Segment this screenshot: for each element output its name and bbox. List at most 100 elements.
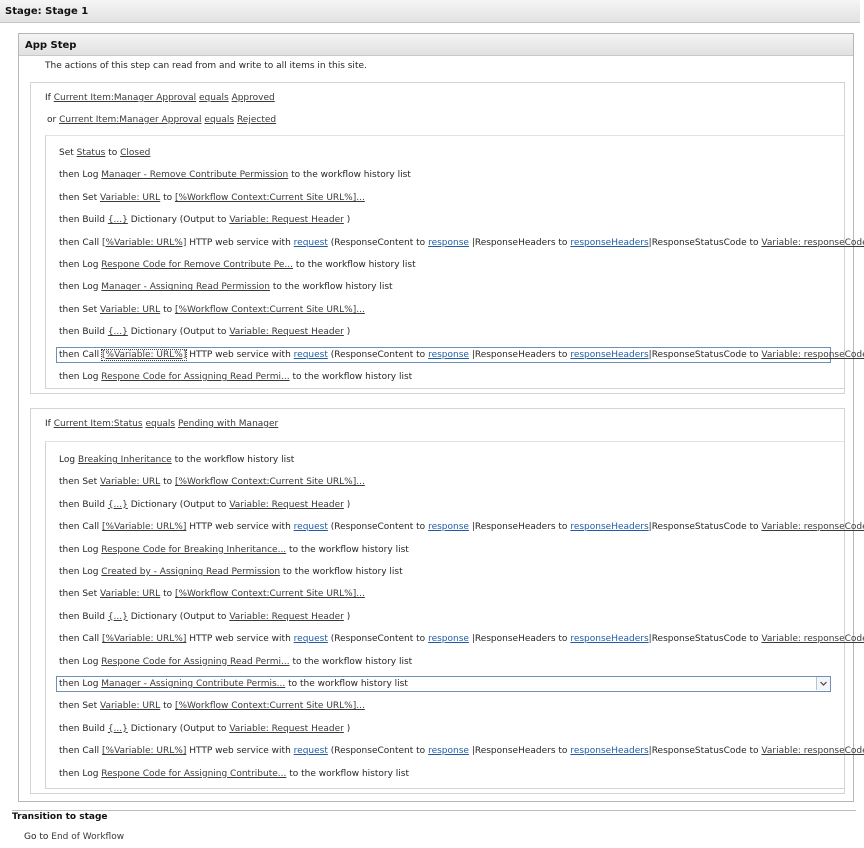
action-verb: then Set [59, 701, 98, 712]
action-param-link[interactable]: Manager - Assigning Contribute Permis... [101, 679, 285, 689]
action-line[interactable]: then Call [%Variable: URL%] HTTP web ser… [59, 745, 864, 757]
url-variable-link[interactable]: [%Variable: URL%] [102, 522, 186, 532]
request-link[interactable]: request [294, 634, 328, 644]
response-code-variable-link[interactable]: Variable: responseCode [761, 522, 864, 532]
action-line[interactable]: then Build {...} Dictionary (Output to V… [59, 326, 350, 338]
action-param-link[interactable]: Variable: URL [100, 305, 160, 315]
response-code-variable-link[interactable]: Variable: responseCode [761, 350, 864, 360]
condition-field-link[interactable]: Current Item:Manager Approval [59, 115, 201, 125]
action-line[interactable]: then Call [%Variable: URL%] HTTP web ser… [59, 237, 864, 249]
action-value-link[interactable]: Variable: Request Header [229, 215, 344, 225]
action-param-link[interactable]: Variable: URL [100, 589, 160, 599]
condition-field-link[interactable]: Current Item:Manager Approval [54, 93, 196, 103]
action-value-link[interactable]: [%Workflow Context:Current Site URL%]... [175, 193, 365, 203]
action-param-link[interactable]: Respone Code for Remove Contribute Pe... [101, 260, 293, 270]
response-link[interactable]: response [428, 522, 469, 532]
response-link[interactable]: response [428, 350, 469, 360]
action-line[interactable]: then Set Variable: URL to [%Workflow Con… [59, 476, 365, 488]
action-line[interactable]: then Build {...} Dictionary (Output to V… [59, 723, 350, 735]
action-line[interactable]: then Log Respone Code for Remove Contrib… [59, 259, 416, 271]
action-param-link[interactable]: Respone Code for Assigning Contribute... [101, 769, 286, 779]
action-param-link[interactable]: Respone Code for Breaking Inheritance... [101, 545, 286, 555]
response-link[interactable]: response [428, 746, 469, 756]
action-line[interactable]: then Log Manager - Assigning Read Permis… [59, 281, 393, 293]
response-headers-link[interactable]: responseHeaders [570, 350, 648, 360]
action-line[interactable]: then Log Respone Code for Breaking Inher… [59, 544, 409, 556]
action-value-link[interactable]: [%Workflow Context:Current Site URL%]... [175, 477, 365, 487]
action-line[interactable]: then Log Created by - Assigning Read Per… [59, 566, 403, 578]
response-headers-link[interactable]: responseHeaders [570, 634, 648, 644]
condition-value-link[interactable]: Pending with Manager [178, 419, 278, 429]
action-value-link[interactable]: Closed [120, 148, 150, 158]
response-code-variable-link[interactable]: Variable: responseCode [761, 634, 864, 644]
action-line[interactable]: then Build {...} Dictionary (Output to V… [59, 499, 350, 511]
url-variable-link[interactable]: [%Variable: URL%] [102, 746, 186, 756]
http-text: HTTP web service with [189, 634, 291, 645]
action-param-link[interactable]: {...} [108, 327, 128, 337]
request-link[interactable]: request [294, 350, 328, 360]
action-line[interactable]: then Log Respone Code for Assigning Read… [59, 371, 412, 383]
response-headers-link[interactable]: responseHeaders [570, 746, 648, 756]
response-link[interactable]: response [428, 634, 469, 644]
action-line[interactable]: then Log Manager - Remove Contribute Per… [59, 169, 411, 181]
request-link[interactable]: request [294, 238, 328, 248]
condition-field-link[interactable]: Current Item:Status [54, 419, 143, 429]
action-param-link[interactable]: Variable: URL [100, 193, 160, 203]
goto-label: Go to [24, 832, 49, 842]
response-headers-link[interactable]: responseHeaders [570, 522, 648, 532]
action-line[interactable]: then Set Variable: URL to [%Workflow Con… [59, 192, 365, 204]
action-value-link[interactable]: Variable: Request Header [229, 612, 344, 622]
action-line[interactable]: then Set Variable: URL to [%Workflow Con… [59, 588, 365, 600]
condition-operator-link[interactable]: equals [145, 419, 175, 429]
url-variable-link[interactable]: [%Variable: URL%] [101, 348, 188, 361]
action-param-link[interactable]: {...} [108, 724, 128, 734]
action-line[interactable]: then Call [%Variable: URL%] HTTP web ser… [59, 521, 864, 533]
action-param-link[interactable]: {...} [108, 215, 128, 225]
action-param-link[interactable]: Created by - Assigning Read Permission [101, 567, 280, 577]
action-line[interactable]: then Build {...} Dictionary (Output to V… [59, 214, 350, 226]
action-param-link[interactable]: Variable: URL [100, 701, 160, 711]
condition-operator-link[interactable]: equals [199, 93, 229, 103]
action-param-link[interactable]: {...} [108, 612, 128, 622]
response-code-variable-link[interactable]: Variable: responseCode [761, 746, 864, 756]
condition-value-link[interactable]: Approved [232, 93, 275, 103]
action-value-link[interactable]: [%Workflow Context:Current Site URL%]... [175, 589, 365, 599]
action-line[interactable]: then Build {...} Dictionary (Output to V… [59, 611, 350, 623]
url-variable-link[interactable]: [%Variable: URL%] [102, 634, 186, 644]
condition-operator-link[interactable]: equals [204, 115, 234, 125]
action-value-link[interactable]: Variable: Request Header [229, 724, 344, 734]
action-param-link[interactable]: Manager - Remove Contribute Permission [101, 170, 288, 180]
request-link[interactable]: request [294, 746, 328, 756]
action-line[interactable]: then Log Respone Code for Assigning Cont… [59, 768, 409, 780]
action-param-link[interactable]: {...} [108, 500, 128, 510]
response-content-text: (ResponseContent to [330, 634, 426, 645]
response-link[interactable]: response [428, 238, 469, 248]
dropdown-button[interactable] [816, 677, 830, 690]
response-headers-link[interactable]: responseHeaders [570, 238, 648, 248]
action-line[interactable]: Log Breaking Inheritance to the workflow… [59, 454, 294, 466]
action-value-link[interactable]: Variable: Request Header [229, 327, 344, 337]
action-param-link[interactable]: Manager - Assigning Read Permission [101, 282, 270, 292]
action-param-link[interactable]: Variable: URL [100, 477, 160, 487]
action-line[interactable]: then Log Manager - Assigning Contribute … [59, 678, 408, 690]
action-value-link[interactable]: [%Workflow Context:Current Site URL%]... [175, 305, 365, 315]
goto-target-link[interactable]: End of Workflow [51, 832, 124, 842]
response-code-variable-link[interactable]: Variable: responseCode [761, 238, 864, 248]
action-line[interactable]: then Log Respone Code for Assigning Read… [59, 656, 412, 668]
url-variable-link[interactable]: [%Variable: URL%] [102, 238, 186, 248]
action-line[interactable]: then Call [%Variable: URL%] HTTP web ser… [59, 633, 864, 645]
action-line[interactable]: Set Status to Closed [59, 147, 150, 159]
action-param-link[interactable]: Breaking Inheritance [78, 455, 172, 465]
action-line[interactable]: then Call [%Variable: URL%] HTTP web ser… [59, 348, 864, 361]
action-value-link[interactable]: [%Workflow Context:Current Site URL%]... [175, 701, 365, 711]
action-line[interactable]: then Set Variable: URL to [%Workflow Con… [59, 700, 365, 712]
action-param-link[interactable]: Respone Code for Assigning Read Permi... [101, 657, 289, 667]
http-text: HTTP web service with [189, 237, 291, 248]
action-param-link[interactable]: Respone Code for Assigning Read Permi... [101, 372, 289, 382]
action-value-link[interactable]: Variable: Request Header [229, 500, 344, 510]
condition-value-link[interactable]: Rejected [237, 115, 276, 125]
transition-title: Transition to stage [12, 812, 108, 822]
action-line[interactable]: then Set Variable: URL to [%Workflow Con… [59, 304, 365, 316]
action-param-link[interactable]: Status [77, 148, 106, 158]
request-link[interactable]: request [294, 522, 328, 532]
